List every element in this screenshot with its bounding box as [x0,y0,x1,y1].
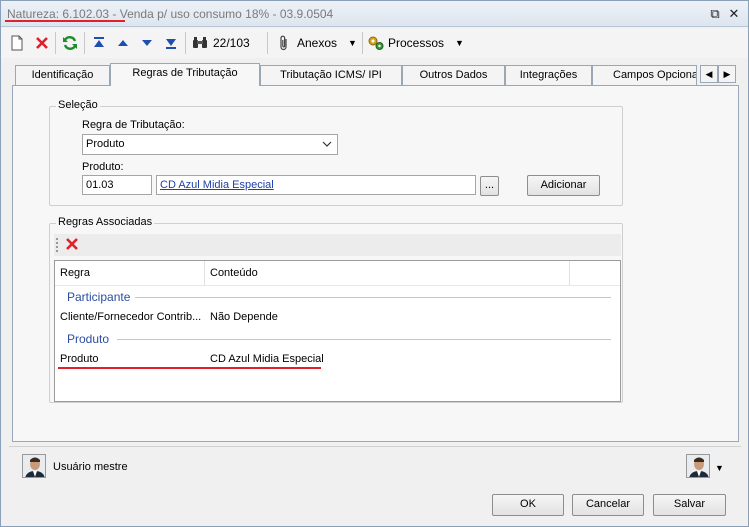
tab-panel: Seleção Regra de Tributação: Produto Pro… [12,85,739,442]
tab-outros-dados[interactable]: Outros Dados [402,65,505,85]
record-counter: 22/103 [213,36,250,50]
regras-grid: Regra Conteúdo Participante Cliente/Forn… [54,260,621,402]
processos-dropdown-arrow[interactable]: ▼ [455,38,464,48]
first-record-icon[interactable] [89,33,109,53]
save-button[interactable]: Salvar [653,494,726,516]
toolbar: 22/103 Anexos ▼ Processos ▼ [1,28,748,58]
binoculars-icon[interactable] [190,33,210,53]
column-divider[interactable] [204,261,205,285]
user-menu-arrow[interactable]: ▼ [715,463,724,473]
grid-header: Regra Conteúdo [55,261,620,286]
row-highlight-underline [58,367,321,369]
selecao-group-title: Seleção [56,99,100,111]
group-divider-line [135,297,611,298]
toolbar-separator [185,32,186,54]
anexos-dropdown-arrow[interactable]: ▼ [348,38,357,48]
tab-integracoes[interactable]: Integrações [505,65,592,85]
delete-rule-icon[interactable] [65,237,79,254]
avatar-right[interactable] [686,454,710,478]
group-header-participante[interactable]: Participante [67,290,130,304]
table-cell-regra[interactable]: Cliente/Fornecedor Contrib... [60,311,201,323]
title-bar: Natureza: 6.102.03 - Venda p/ uso consum… [1,1,748,27]
delete-icon[interactable] [32,33,52,53]
produto-description-link[interactable]: CD Azul Midia Especial [160,179,274,191]
group-divider-line [117,339,611,340]
last-record-icon[interactable] [161,33,181,53]
title-code: 6.102.03 [62,7,110,21]
adicionar-button[interactable]: Adicionar [527,175,600,196]
chevron-down-icon[interactable] [322,135,332,161]
browse-button[interactable]: ... [480,176,499,196]
toolbar-separator [55,32,56,54]
toolbar-separator [84,32,85,54]
produto-description-field[interactable]: CD Azul Midia Especial [156,175,476,195]
anexos-menu[interactable]: Anexos [297,36,337,50]
paperclip-icon[interactable] [274,33,294,53]
window-title: Natureza: 6.102.03 - Venda p/ uso consum… [7,7,333,21]
table-cell-conteudo[interactable]: Não Depende [210,311,278,323]
regra-label: Regra de Tributação: [82,119,185,131]
tab-campos-opcionais[interactable]: Campos Opcionais [592,65,697,85]
table-cell-regra[interactable]: Produto [60,353,99,365]
processos-menu[interactable]: Processos [388,36,444,50]
tab-scroll-right-icon[interactable]: ▶ [718,65,736,83]
regra-select[interactable]: Produto [82,134,338,155]
regra-select-value: Produto [86,138,125,150]
cancel-button[interactable]: Cancelar [572,494,644,516]
close-button[interactable]: ✕ [726,6,742,22]
tab-tributacao-icms-ipi[interactable]: Tributação ICMS/ IPI [260,65,402,85]
footer-divider [9,446,741,447]
grip-handle[interactable] [56,238,58,252]
restore-button[interactable]: ⧉ [707,6,723,22]
tab-scroll-left-icon[interactable]: ◀ [700,65,718,83]
toolbar-separator [267,32,268,54]
next-record-icon[interactable] [137,33,157,53]
column-header-conteudo[interactable]: Conteúdo [210,267,258,279]
refresh-icon[interactable] [60,33,80,53]
title-prefix: Natureza: [7,7,63,21]
tab-identificacao[interactable]: Identificação [15,65,110,85]
column-divider[interactable] [569,261,570,285]
user-name: Usuário mestre [53,461,128,473]
previous-record-icon[interactable] [113,33,133,53]
avatar[interactable] [22,454,46,478]
window: Natureza: 6.102.03 - Venda p/ uso consum… [0,0,749,527]
regras-group-title: Regras Associadas [56,216,155,228]
ok-button[interactable]: OK [492,494,564,516]
column-header-regra[interactable]: Regra [60,267,90,279]
title-highlight-underline [5,20,125,22]
tab-bar: Identificação Regras de Tributação Tribu… [1,63,748,86]
produto-label: Produto: [82,161,124,173]
selecao-group: Seleção Regra de Tributação: Produto Pro… [49,99,623,206]
produto-code-input[interactable]: 01.03 [82,175,152,195]
table-cell-conteudo[interactable]: CD Azul Midia Especial [210,353,324,365]
gears-icon[interactable] [366,33,386,53]
group-header-produto[interactable]: Produto [67,332,109,346]
tab-regras-de-tributacao[interactable]: Regras de Tributação [110,63,260,86]
regras-toolbar [54,234,621,256]
title-description: - Venda p/ uso consumo 18% - 03.9.0504 [109,7,334,21]
regras-associadas-group: Regras Associadas Regra Conteúdo Partici… [49,216,623,403]
toolbar-separator [362,32,363,54]
new-document-icon[interactable] [7,33,27,53]
